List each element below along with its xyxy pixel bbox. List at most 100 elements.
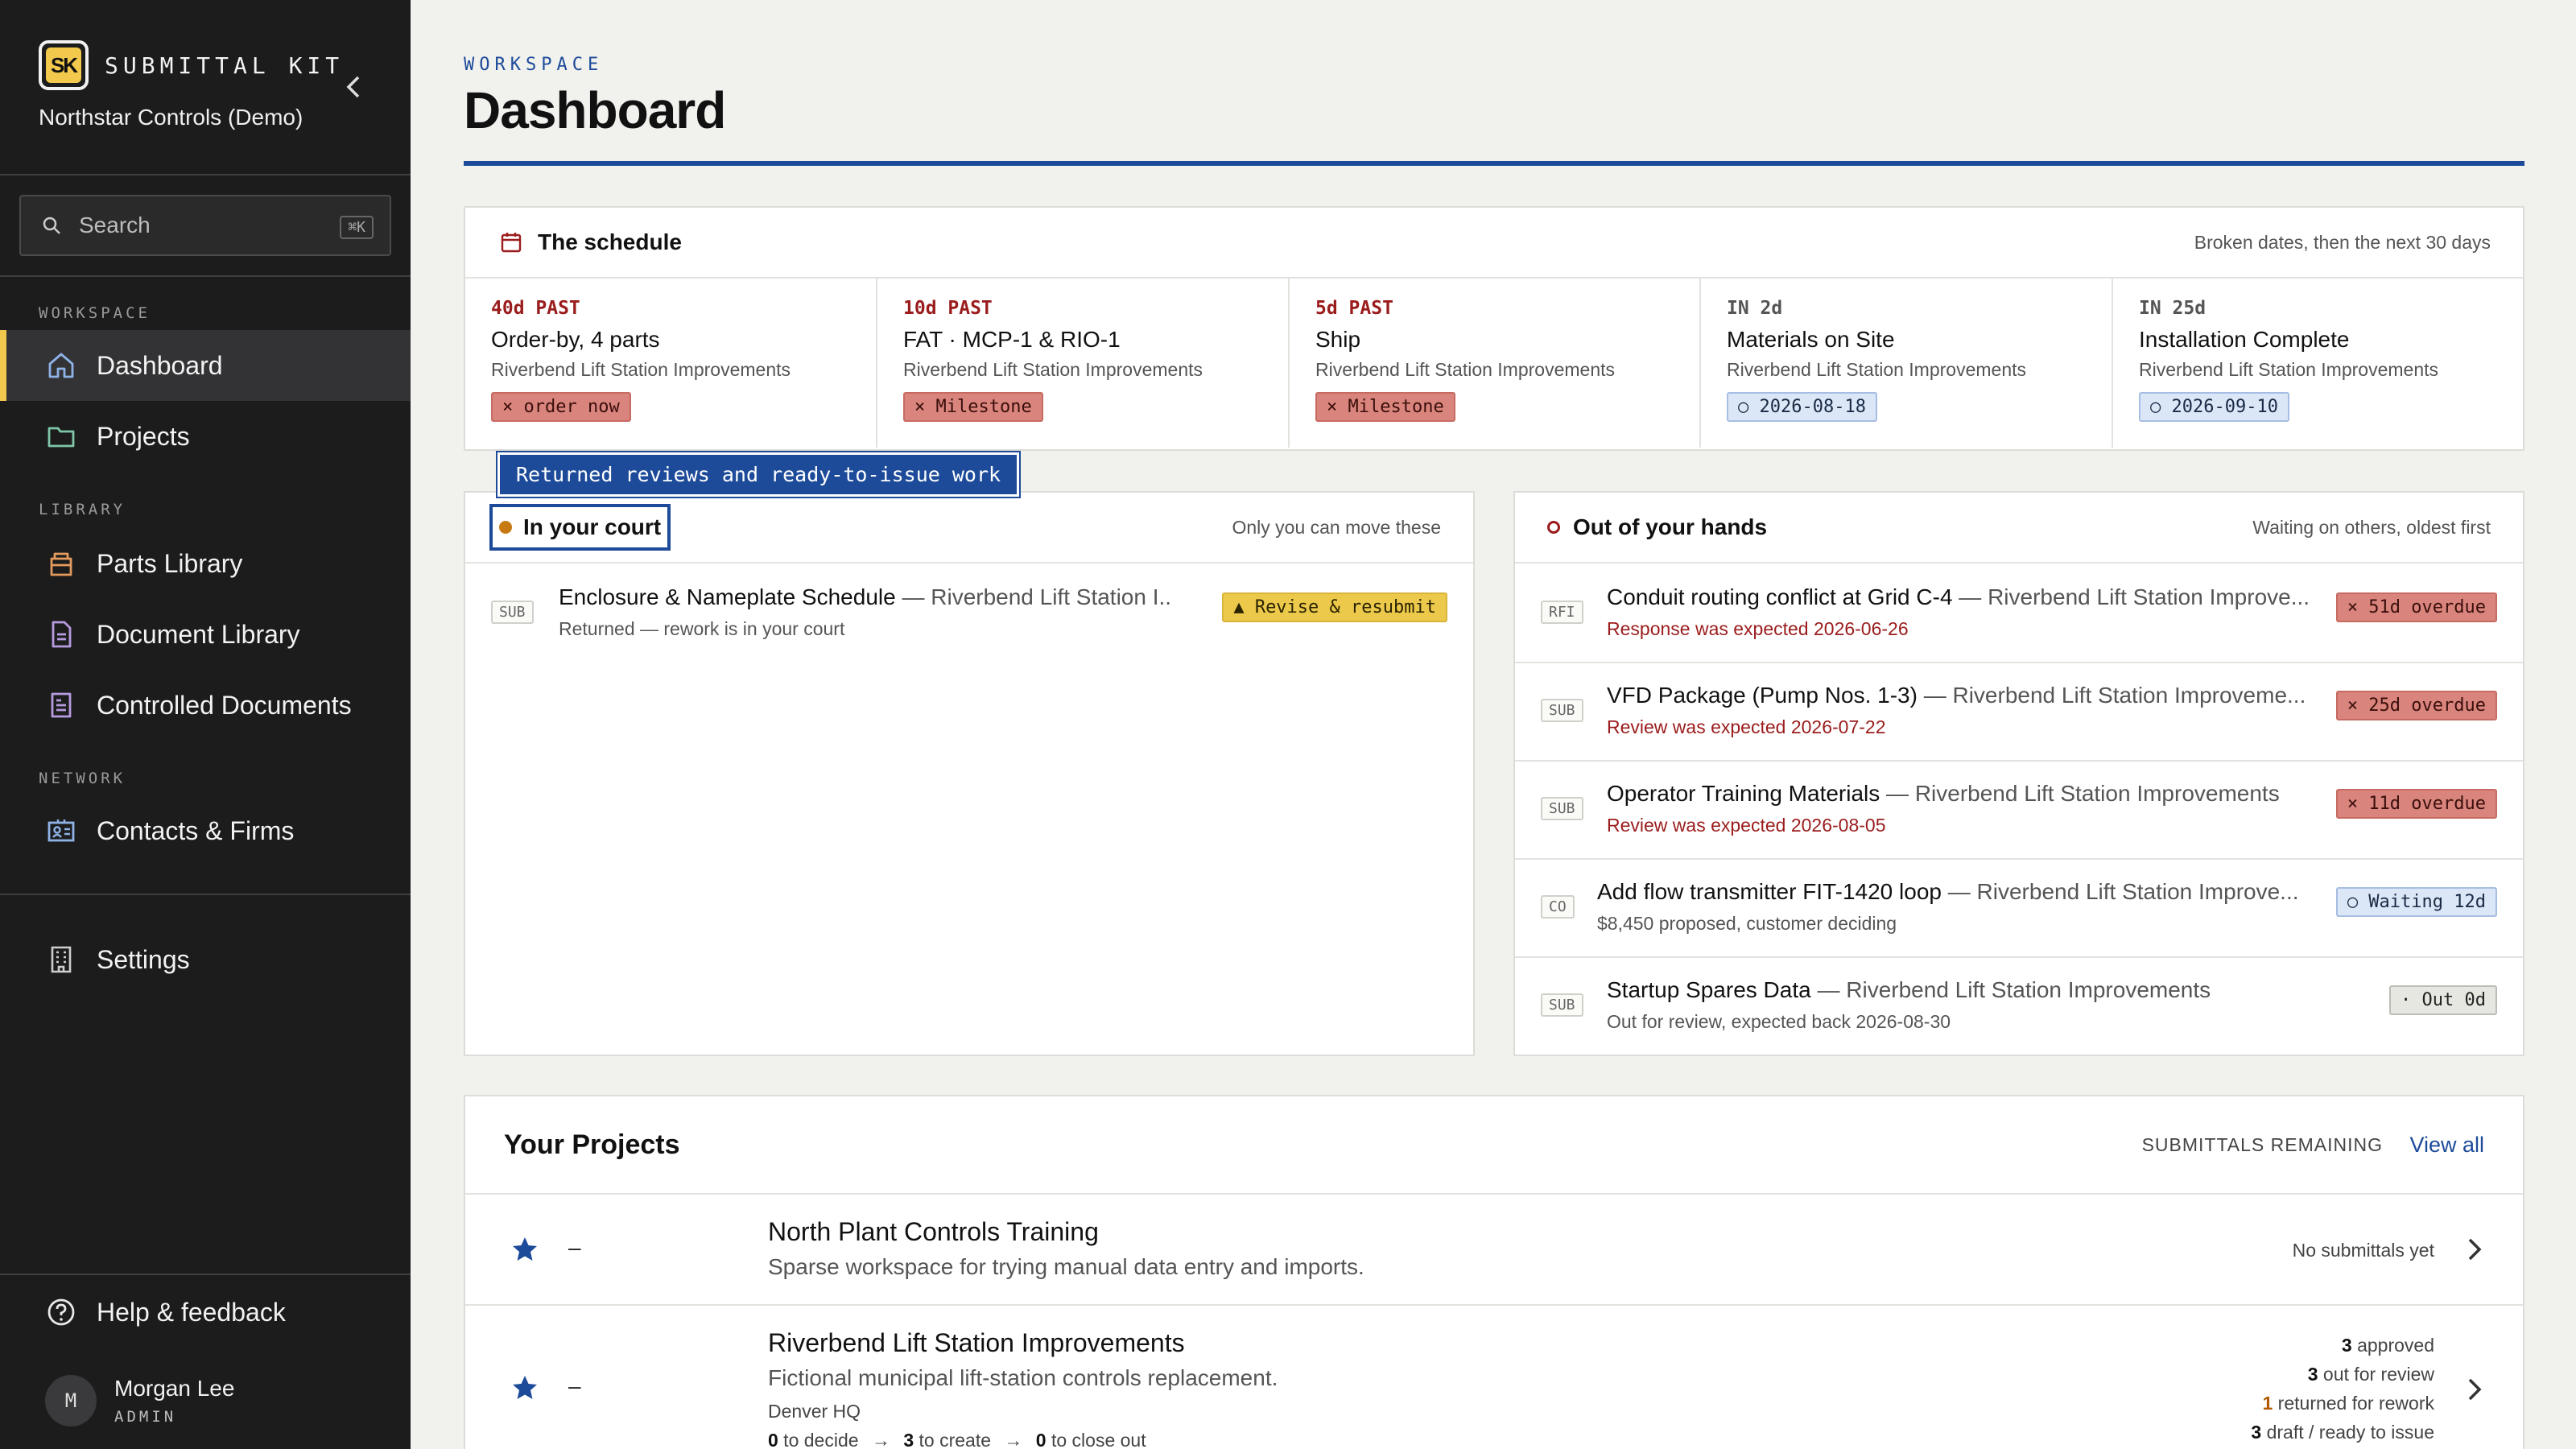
search-input[interactable]: Search ⌘K bbox=[19, 195, 391, 256]
chevron-right-icon[interactable] bbox=[2465, 1373, 2484, 1406]
item-tag-wrap: × 25d overdue bbox=[2335, 691, 2497, 720]
list-item[interactable]: CO Add flow transmitter FIT-1420 loop — … bbox=[1515, 860, 2523, 958]
in-your-court-card: In your court Only you can move these SU… bbox=[464, 491, 1475, 1056]
item-name: Conduit routing conflict at Grid C-4 bbox=[1607, 584, 1953, 609]
flow-create-label: to create bbox=[914, 1430, 992, 1449]
star-icon[interactable] bbox=[510, 1373, 539, 1402]
item-sub: $8,450 proposed, customer deciding bbox=[1597, 913, 1897, 934]
schedule-item[interactable]: 5d PAST Ship Riverbend Lift Station Impr… bbox=[1290, 279, 1701, 448]
item-tag-wrap: · Out 0d bbox=[2389, 985, 2497, 1015]
schedule-item[interactable]: IN 25d Installation Complete Riverbend L… bbox=[2113, 279, 2523, 448]
item-name: VFD Package (Pump Nos. 1-3) bbox=[1607, 683, 1918, 708]
project-dash: – bbox=[568, 1235, 581, 1260]
project-row[interactable]: – Riverbend Lift Station Improvements Fi… bbox=[465, 1306, 2523, 1449]
stat-label: out for review bbox=[2318, 1364, 2434, 1385]
item-name: Add flow transmitter FIT-1420 loop bbox=[1597, 879, 1942, 904]
arrow-right-icon: → bbox=[871, 1430, 890, 1449]
stat-count: 3 bbox=[2341, 1335, 2352, 1356]
item-project: — Riverbend Lift Station Improve... bbox=[1941, 879, 2299, 904]
project-flow: 0 to decide → 3 to create → 0 to close o… bbox=[768, 1430, 1146, 1449]
schedule-item[interactable]: IN 2d Materials on Site Riverbend Lift S… bbox=[1701, 279, 2113, 448]
schedule-tag: × order now bbox=[491, 392, 631, 422]
box-icon bbox=[50, 552, 72, 576]
item-kind: CO bbox=[1541, 895, 1575, 919]
item-sub: Response was expected 2026-06-26 bbox=[1607, 618, 1909, 639]
view-all-link[interactable]: View all bbox=[2409, 1133, 2484, 1158]
nav-label: Contacts & Firms bbox=[97, 815, 295, 845]
controlled-document-icon bbox=[51, 692, 72, 718]
court-title-focus[interactable]: In your court bbox=[489, 504, 671, 551]
projects-title: Your Projects bbox=[504, 1129, 680, 1160]
item-project: — Riverbend Lift Station Improve... bbox=[1952, 584, 2310, 609]
project-row[interactable]: – North Plant Controls Training Sparse w… bbox=[465, 1195, 2523, 1306]
star-icon[interactable] bbox=[510, 1235, 539, 1264]
flow-close-label: to close out bbox=[1046, 1430, 1146, 1449]
nav-item-help[interactable]: Help & feedback bbox=[0, 1277, 411, 1348]
schedule-when: IN 2d bbox=[1727, 298, 1783, 319]
stat-label: returned for rework bbox=[2273, 1393, 2434, 1414]
item-tag-wrap: × 11d overdue bbox=[2335, 789, 2497, 819]
item-kind: SUB bbox=[491, 601, 534, 624]
item-project: — Riverbend Lift Station I... bbox=[895, 584, 1170, 609]
org-name[interactable]: Northstar Controls (Demo) bbox=[39, 105, 303, 130]
schedule-item[interactable]: 40d PAST Order-by, 4 parts Riverbend Lif… bbox=[465, 279, 877, 448]
list-item[interactable]: SUB Startup Spares Data — Riverbend Lift… bbox=[1515, 958, 2523, 1056]
item-title: VFD Package (Pump Nos. 1-3) — Riverbend … bbox=[1607, 683, 2315, 708]
section-label-workspace: WORKSPACE bbox=[39, 304, 151, 322]
item-tag: ○ Waiting 12d bbox=[2335, 887, 2497, 917]
status-ring-icon bbox=[1547, 521, 1560, 534]
nav-label: Document Library bbox=[97, 619, 300, 649]
hands-note: Waiting on others, oldest first bbox=[2252, 516, 2491, 538]
arrow-right-icon: → bbox=[1004, 1430, 1023, 1449]
nav-item-projects[interactable]: Projects bbox=[0, 401, 411, 472]
list-item[interactable]: SUB Operator Training Materials — Riverb… bbox=[1515, 762, 2523, 860]
schedule-tag: × Milestone bbox=[1315, 392, 1455, 422]
stat-out-for-review: 3 out for review bbox=[2308, 1364, 2434, 1385]
item-name: Operator Training Materials bbox=[1607, 781, 1880, 806]
nav-item-settings[interactable]: Settings bbox=[0, 924, 411, 995]
list-item[interactable]: SUB Enclosure & Nameplate Schedule — Riv… bbox=[465, 565, 1473, 663]
project-status: No submittals yet bbox=[2292, 1240, 2434, 1261]
schedule-card: The schedule Broken dates, then the next… bbox=[464, 206, 2524, 451]
project-name: North Plant Controls Training bbox=[768, 1217, 1099, 1246]
item-kind: RFI bbox=[1541, 601, 1583, 624]
schedule-when: IN 25d bbox=[2139, 298, 2207, 319]
hands-header: Out of your hands Waiting on others, old… bbox=[1515, 493, 2523, 564]
stat-count: 1 bbox=[2262, 1393, 2273, 1414]
item-name: Enclosure & Nameplate Schedule bbox=[559, 584, 896, 609]
nav-item-controlled-documents[interactable]: Controlled Documents bbox=[0, 670, 411, 741]
court-header: In your court Only you can move these bbox=[465, 493, 1473, 564]
schedule-item[interactable]: 10d PAST FAT · MCP-1 & RIO-1 Riverbend L… bbox=[877, 279, 1290, 448]
schedule-name: Installation Complete bbox=[2139, 327, 2350, 352]
nav-item-dashboard[interactable]: Dashboard bbox=[0, 330, 411, 401]
flow-decide-label: to decide bbox=[778, 1430, 859, 1449]
item-title: Operator Training Materials — Riverbend … bbox=[1607, 781, 2315, 807]
nav-item-parts-library[interactable]: Parts Library bbox=[0, 528, 411, 599]
folder-icon bbox=[47, 427, 75, 448]
sidebar: SK SUBMITTAL KIT Northstar Controls (Dem… bbox=[0, 0, 411, 1449]
item-tag: × 25d overdue bbox=[2335, 691, 2497, 720]
nav-item-contacts-firms[interactable]: Contacts & Firms bbox=[0, 795, 411, 866]
status-dot-icon bbox=[499, 521, 512, 534]
user-menu[interactable]: M Morgan Lee ADMIN bbox=[45, 1375, 234, 1426]
schedule-name: Ship bbox=[1315, 327, 1361, 352]
item-title: Startup Spares Data — Riverbend Lift Sta… bbox=[1607, 977, 2315, 1003]
item-tag: × 11d overdue bbox=[2335, 789, 2497, 819]
chevron-right-icon[interactable] bbox=[2465, 1233, 2484, 1265]
list-item[interactable]: RFI Conduit routing conflict at Grid C-4… bbox=[1515, 565, 2523, 663]
nav-label: Controlled Documents bbox=[97, 690, 352, 720]
divider bbox=[0, 275, 411, 277]
document-icon bbox=[52, 621, 72, 648]
brand[interactable]: SK SUBMITTAL KIT bbox=[39, 40, 344, 90]
schedule-tag: × Milestone bbox=[903, 392, 1043, 422]
stat-label: approved bbox=[2351, 1335, 2434, 1356]
chevron-left-icon[interactable] bbox=[342, 71, 366, 103]
nav-item-document-library[interactable]: Document Library bbox=[0, 599, 411, 670]
item-title: Conduit routing conflict at Grid C-4 — R… bbox=[1607, 584, 2315, 610]
list-item[interactable]: SUB VFD Package (Pump Nos. 1-3) — Riverb… bbox=[1515, 663, 2523, 762]
schedule-when: 10d PAST bbox=[903, 298, 993, 319]
search-shortcut: ⌘K bbox=[340, 216, 374, 239]
stat-approved: 3 approved bbox=[2342, 1335, 2434, 1356]
item-tag: ▲ Revise & resubmit bbox=[1222, 592, 1447, 622]
stat-draft: 3 draft / ready to issue bbox=[2251, 1422, 2434, 1443]
